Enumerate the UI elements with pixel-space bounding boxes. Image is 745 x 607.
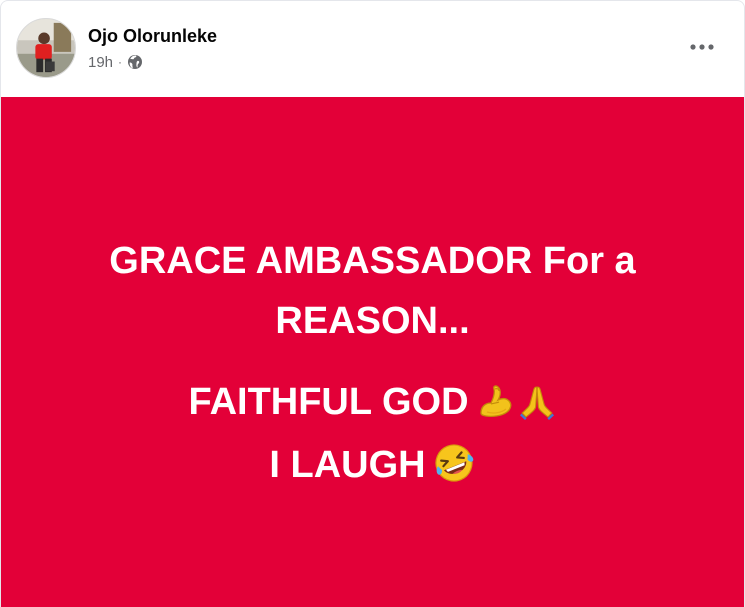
post-text-line-3-row: FAITHFUL GOD (1, 380, 744, 424)
facebook-post: Ojo Olorunleke 19h · GRACE AMBASSADOR Fo… (0, 0, 745, 607)
post-text-line-3: FAITHFUL GOD (188, 381, 469, 423)
post-text-line-1: GRACE AMBASSADOR For a (109, 240, 636, 282)
meta-separator: · (118, 55, 123, 69)
post-text-line-4-row: I LAUGH (1, 441, 744, 487)
post-meta: 19h · (88, 52, 143, 72)
author-name[interactable]: Ojo Olorunleke (88, 25, 217, 47)
folded-hands-emoji (517, 382, 557, 422)
post-text-line-2: REASON... (275, 300, 470, 342)
rolling-on-floor-laughing-emoji (432, 441, 476, 485)
globe-icon[interactable] (127, 54, 143, 70)
more-options-icon (689, 43, 715, 51)
author-avatar[interactable] (16, 18, 76, 78)
post-header: Ojo Olorunleke 19h · (1, 1, 744, 97)
more-options-button[interactable] (683, 31, 721, 63)
flexed-biceps-emoji (475, 382, 515, 422)
post-time[interactable]: 19h (88, 54, 113, 71)
post-text-line-4: I LAUGH (269, 444, 426, 486)
post-text-background[interactable]: GRACE AMBASSADOR For a REASON... FAITHFU… (1, 97, 744, 607)
